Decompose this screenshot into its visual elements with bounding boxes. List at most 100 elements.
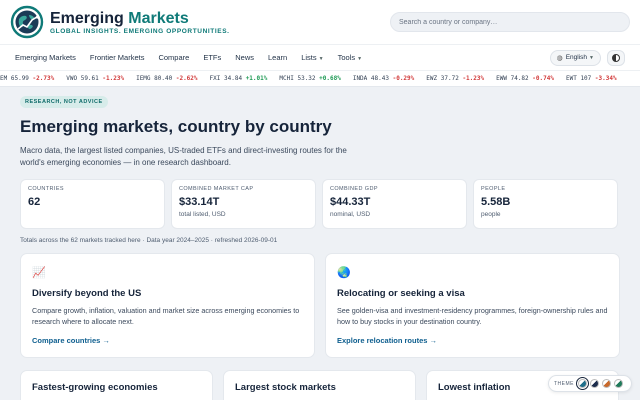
ticker-symbol: MCHI [279,75,294,82]
search-box [390,12,630,32]
dark-mode-toggle[interactable] [607,49,625,66]
list-card-largest-markets[interactable]: Largest stock markets [223,370,416,400]
ticker-symbol: IEMG [136,75,151,82]
stats-note: Totals across the 62 markets tracked her… [20,237,278,244]
ticker-item[interactable]: MCHI 53.32 +0.68% [279,75,340,82]
list-card-fastest-growing[interactable]: Fastest-growing economies [20,370,213,400]
ticker-item[interactable]: EWW 74.82 -0.74% [496,75,554,82]
ticker-change: -3.34% [594,75,617,82]
ticker-price: 48.43 [370,75,389,82]
site-header: Emerging Markets GLOBAL INSIGHTS. EMERGI… [0,0,640,44]
ticker-price: 53.32 [297,75,316,82]
ticker-item[interactable]: FXI 34.84 +1.01% [210,75,268,82]
ticker-item[interactable]: EM 65.99 -2.73% [0,75,54,82]
theme-swatch-navy[interactable] [590,379,599,388]
globe-chart-icon [10,5,44,39]
ticker-change: -1.23% [462,75,485,82]
stats-row: COUNTRIES 62 COMBINED MARKET CAP $33.14T… [20,179,620,229]
stat-value: 62 [28,196,41,208]
nav-item-tools[interactable]: Tools ▼ [338,53,362,62]
globe-icon: ◍ [556,54,563,62]
compare-countries-link[interactable]: Compare countries → [32,336,110,345]
brand-name: Emerging Markets [50,10,230,27]
stat-sub: people [481,211,501,218]
list-title: Largest stock markets [235,382,336,393]
list-cards: Fastest-growing economies Largest stock … [20,370,620,400]
feature-cards: 📈 Diversify beyond the US Compare growth… [20,253,620,358]
ticker-change: -2.62% [175,75,198,82]
ticker-change: -2.73% [32,75,55,82]
card-description: Compare growth, inflation, valuation and… [32,306,300,326]
theme-swatch-green[interactable] [614,379,623,388]
card-description: See golden-visa and investment-residency… [337,306,608,326]
nav-item-lists-label: Lists [301,53,317,62]
nav-item-lists[interactable]: Lists ▼ [301,53,323,62]
ticker-change: +1.01% [245,75,268,82]
stat-card-market-cap: COMBINED MARKET CAP $33.14T total listed… [171,179,316,229]
brand-name-part1: Emerging [50,9,124,27]
stat-value: 5.58B [481,196,511,208]
theme-picker: THEME [548,375,632,392]
stat-card-countries: COUNTRIES 62 [20,179,165,229]
card-diversify: 📈 Diversify beyond the US Compare growth… [20,253,315,358]
chart-increasing-icon: 📈 [32,267,46,279]
ticker-change: -0.74% [532,75,554,82]
logo[interactable]: Emerging Markets GLOBAL INSIGHTS. EMERGI… [10,5,230,39]
ticker-symbol: EWW [496,75,507,82]
nav-item-learn[interactable]: Learn [268,53,287,62]
ticker-price: 65.99 [10,75,29,82]
page-lead: Macro data, the largest listed companies… [20,146,347,167]
page-title: Emerging markets, country by country [20,117,332,136]
theme-swatch-teal[interactable] [576,377,589,390]
card-relocating: 🌏 Relocating or seeking a visa See golde… [325,253,620,358]
stat-sub: nominal, USD [330,211,371,218]
nav-item-compare[interactable]: Compare [158,53,189,62]
ticker-bar: EM 65.99 -2.73% VWO 59.61 -1.23% IEMG 80.4… [0,70,640,87]
stat-label: COMBINED GDP [330,186,378,192]
nav-item-frontier-markets[interactable]: Frontier Markets [90,53,145,62]
chevron-down-icon: ▼ [318,56,324,62]
ticker-symbol: FXI [209,75,221,82]
chevron-down-icon: ▼ [589,54,594,61]
language-label: English [565,54,588,61]
ticker-change: +0.68% [319,75,341,82]
ticker-change: -1.23% [102,75,125,82]
card-title: Diversify beyond the US [32,288,142,299]
brand: Emerging Markets GLOBAL INSIGHTS. EMERGI… [50,10,230,35]
theme-swatch-orange[interactable] [602,379,611,388]
ticker-symbol: VWO [66,75,78,82]
contrast-icon [612,53,620,62]
ticker-price: 107 [580,75,592,82]
stat-value: $33.14T [179,196,220,208]
card-title: Relocating or seeking a visa [337,288,465,299]
list-title: Fastest-growing economies [32,382,158,393]
ticker-price: 59.61 [80,75,99,82]
nav-item-emerging-markets[interactable]: Emerging Markets [15,53,76,62]
stat-label: PEOPLE [481,186,506,192]
ticker-symbol: EWZ [426,75,438,82]
stat-card-people: PEOPLE 5.58B people [473,179,618,229]
ticker-item[interactable]: IEMG 80.40 -2.62% [136,75,197,82]
nav-item-news[interactable]: News [235,53,254,62]
ticker-symbol: EWT [565,75,577,82]
stat-sub: total listed, USD [179,211,226,218]
ticker-item[interactable]: VWO 59.61 -1.23% [66,75,124,82]
chevron-down-icon: ▼ [357,56,363,62]
ticker-item[interactable]: EWT 107 -3.34% [566,75,617,82]
main-nav: Emerging Markets Frontier Markets Compar… [0,44,640,70]
disclaimer-badge: RESEARCH, NOT ADVICE [20,96,108,108]
explore-relocation-link[interactable]: Explore relocation routes → [337,336,437,345]
ticker-item[interactable]: EWZ 37.72 -1.23% [426,75,484,82]
ticker-price: 80.40 [154,75,173,82]
main-content: RESEARCH, NOT ADVICE Emerging markets, c… [0,87,640,400]
search-input[interactable] [399,18,621,26]
brand-name-part2: Markets [128,9,189,27]
ticker-price: 34.84 [224,75,243,82]
nav-item-etfs[interactable]: ETFs [203,53,221,62]
ticker-item[interactable]: INDA 48.43 -0.29% [353,75,414,82]
language-select[interactable]: ◍ English ▼ [549,49,601,66]
stat-label: COUNTRIES [28,186,64,192]
stat-card-gdp: COMBINED GDP $44.33T nominal, USD [322,179,467,229]
globe-asia-icon: 🌏 [337,267,351,279]
ticker-symbol: INDA [352,75,368,82]
